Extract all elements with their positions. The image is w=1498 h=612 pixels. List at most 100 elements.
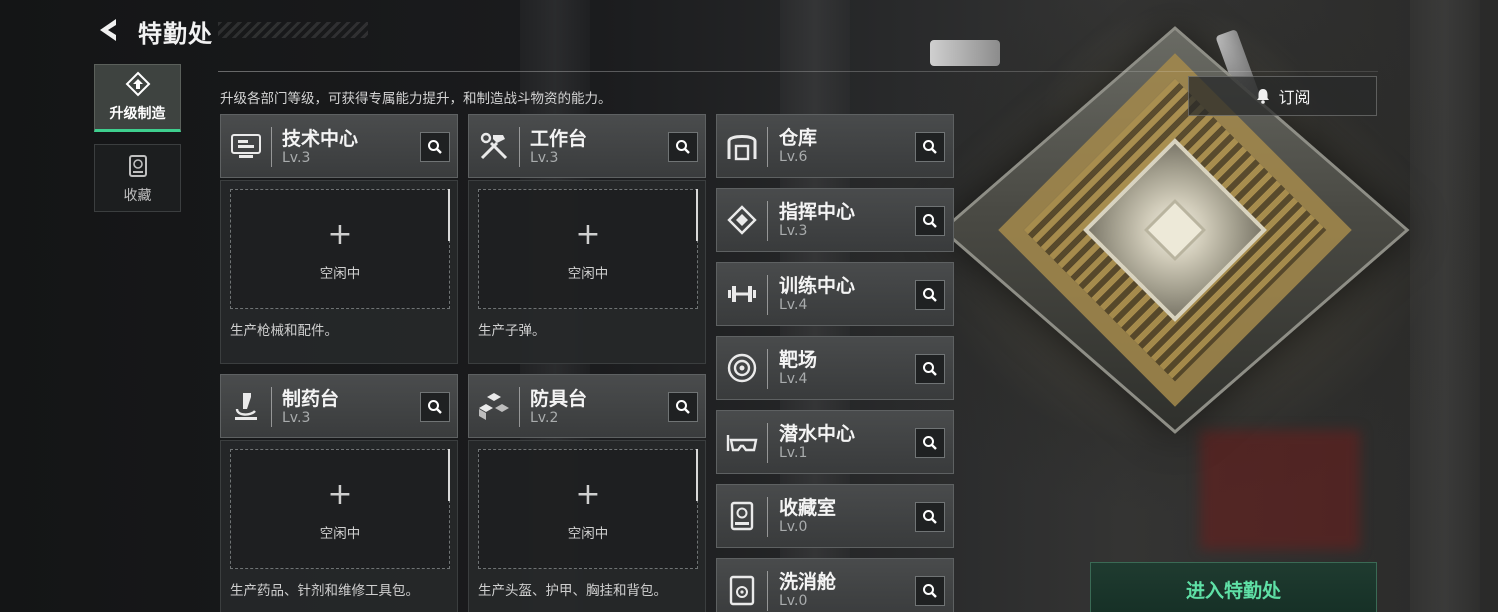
facility-level: Lv.0: [779, 519, 808, 535]
production-slot[interactable]: + 空闲中: [230, 189, 450, 309]
slot-status: 空闲中: [567, 526, 609, 542]
inspect-button[interactable]: [668, 132, 698, 162]
diving-mask-icon: [726, 435, 758, 452]
inspect-button[interactable]: [915, 206, 945, 236]
workstation-level: Lv.3: [282, 150, 311, 166]
search-icon: [923, 510, 937, 524]
inspect-button[interactable]: [915, 132, 945, 162]
search-icon: [428, 400, 442, 414]
slot-status: 空闲中: [567, 266, 609, 282]
inspect-button[interactable]: [915, 502, 945, 532]
upgrade-icon: [125, 71, 150, 97]
inspect-button[interactable]: [915, 428, 945, 458]
workstation-name: 制药台: [282, 388, 340, 410]
facility-name: 收藏室: [779, 497, 837, 519]
facility-level: Lv.4: [779, 371, 808, 387]
search-icon: [923, 362, 937, 376]
workstation-name: 工作台: [530, 128, 588, 150]
facility-training-center[interactable]: 训练中心 Lv.4: [716, 262, 954, 326]
workstation-armor-body: + 空闲中 生产头盔、护甲、胸挂和背包。: [468, 440, 706, 612]
armor-blocks-icon: [479, 393, 509, 420]
facility-name: 训练中心: [779, 275, 856, 297]
workstation-description: 生产药品、针剂和维修工具包。: [230, 583, 419, 599]
divider: [218, 71, 1378, 72]
facility-level: Lv.6: [779, 149, 808, 165]
search-icon: [923, 288, 937, 302]
workbench-tools-icon: [480, 132, 508, 160]
production-slot[interactable]: + 空闲中: [478, 189, 698, 309]
dumbbell-icon: [728, 286, 756, 302]
workstation-armor-header[interactable]: 防具台 Lv.2: [468, 374, 706, 438]
facility-name: 指挥中心: [779, 201, 856, 223]
chip-icon: [727, 205, 757, 235]
facility-name: 靶场: [779, 349, 818, 371]
add-plus-icon: +: [575, 477, 601, 512]
inspect-button[interactable]: [915, 354, 945, 384]
search-icon: [676, 140, 690, 154]
workstation-description: 生产子弹。: [478, 323, 546, 339]
facility-name: 仓库: [779, 127, 818, 149]
display-case-icon: [730, 501, 754, 531]
inspect-button[interactable]: [668, 392, 698, 422]
facility-collection-room[interactable]: 收藏室 Lv.0: [716, 484, 954, 548]
inspect-button[interactable]: [420, 392, 450, 422]
page-description: 升级各部门等级，可获得专属能力提升，和制造战斗物资的能力。: [220, 91, 612, 107]
facility-name: 洗消舱: [779, 571, 837, 593]
workstation-level: Lv.3: [530, 150, 559, 166]
workstation-name: 技术中心: [282, 128, 359, 150]
inspect-button[interactable]: [915, 280, 945, 310]
facility-decontamination-chamber[interactable]: 洗消舱 Lv.0: [716, 558, 954, 612]
nav-tab-label: 收藏: [123, 188, 152, 204]
title-decoration: [218, 22, 368, 38]
add-plus-icon: +: [327, 477, 353, 512]
inspect-button[interactable]: [915, 576, 945, 606]
facility-warehouse[interactable]: 仓库 Lv.6: [716, 114, 954, 178]
workstation-description: 生产枪械和配件。: [230, 323, 338, 339]
microscope-icon: [235, 393, 257, 420]
enter-special-ops-button[interactable]: 进入特勤处: [1090, 562, 1377, 612]
back-arrow-icon[interactable]: [94, 16, 122, 44]
warehouse-icon: [727, 135, 757, 161]
facility-diving-center[interactable]: 潜水中心 Lv.1: [716, 410, 954, 474]
nav-tab-upgrade-craft[interactable]: 升级制造: [94, 64, 181, 132]
search-icon: [428, 140, 442, 154]
facility-command-center[interactable]: 指挥中心 Lv.3: [716, 188, 954, 252]
radiation-chamber-icon: [729, 575, 755, 606]
search-icon: [923, 140, 937, 154]
search-icon: [923, 436, 937, 450]
workstation-level: Lv.2: [530, 410, 559, 426]
slot-status: 空闲中: [319, 266, 361, 282]
page-title: 特勤处: [138, 20, 213, 48]
workstation-description: 生产头盔、护甲、胸挂和背包。: [478, 583, 667, 599]
nav-tab-collection[interactable]: 收藏: [94, 144, 181, 212]
workstation-workbench-header[interactable]: 工作台 Lv.3: [468, 114, 706, 178]
facility-level: Lv.3: [779, 223, 808, 239]
search-icon: [676, 400, 690, 414]
target-icon: [727, 353, 757, 383]
slot-status: 空闲中: [319, 526, 361, 542]
facility-level: Lv.1: [779, 445, 808, 461]
workstation-pharmacy-body: + 空闲中 生产药品、针剂和维修工具包。: [220, 440, 458, 612]
facility-name: 潜水中心: [779, 423, 856, 445]
production-slot[interactable]: + 空闲中: [478, 449, 698, 569]
workstation-workbench-body: + 空闲中 生产子弹。: [468, 180, 706, 364]
inspect-button[interactable]: [420, 132, 450, 162]
bell-icon: [1257, 89, 1270, 104]
workstation-pharmacy-header[interactable]: 制药台 Lv.3: [220, 374, 458, 438]
add-plus-icon: +: [575, 217, 601, 252]
search-icon: [923, 584, 937, 598]
tech-center-icon: [231, 134, 261, 158]
facility-level: Lv.0: [779, 593, 808, 609]
collection-icon: [128, 155, 147, 177]
workstation-tech-center-body: + 空闲中 生产枪械和配件。: [220, 180, 458, 364]
workstation-level: Lv.3: [282, 410, 311, 426]
workstation-name: 防具台: [530, 388, 588, 410]
workstation-tech-center-header[interactable]: 技术中心 Lv.3: [220, 114, 458, 178]
subscribe-button[interactable]: 订阅: [1188, 76, 1377, 116]
facility-shooting-range[interactable]: 靶场 Lv.4: [716, 336, 954, 400]
production-slot[interactable]: + 空闲中: [230, 449, 450, 569]
background-pillar: [1410, 0, 1480, 612]
subscribe-label: 订阅: [1278, 88, 1311, 107]
search-icon: [923, 214, 937, 228]
nav-tab-label: 升级制造: [109, 106, 166, 122]
